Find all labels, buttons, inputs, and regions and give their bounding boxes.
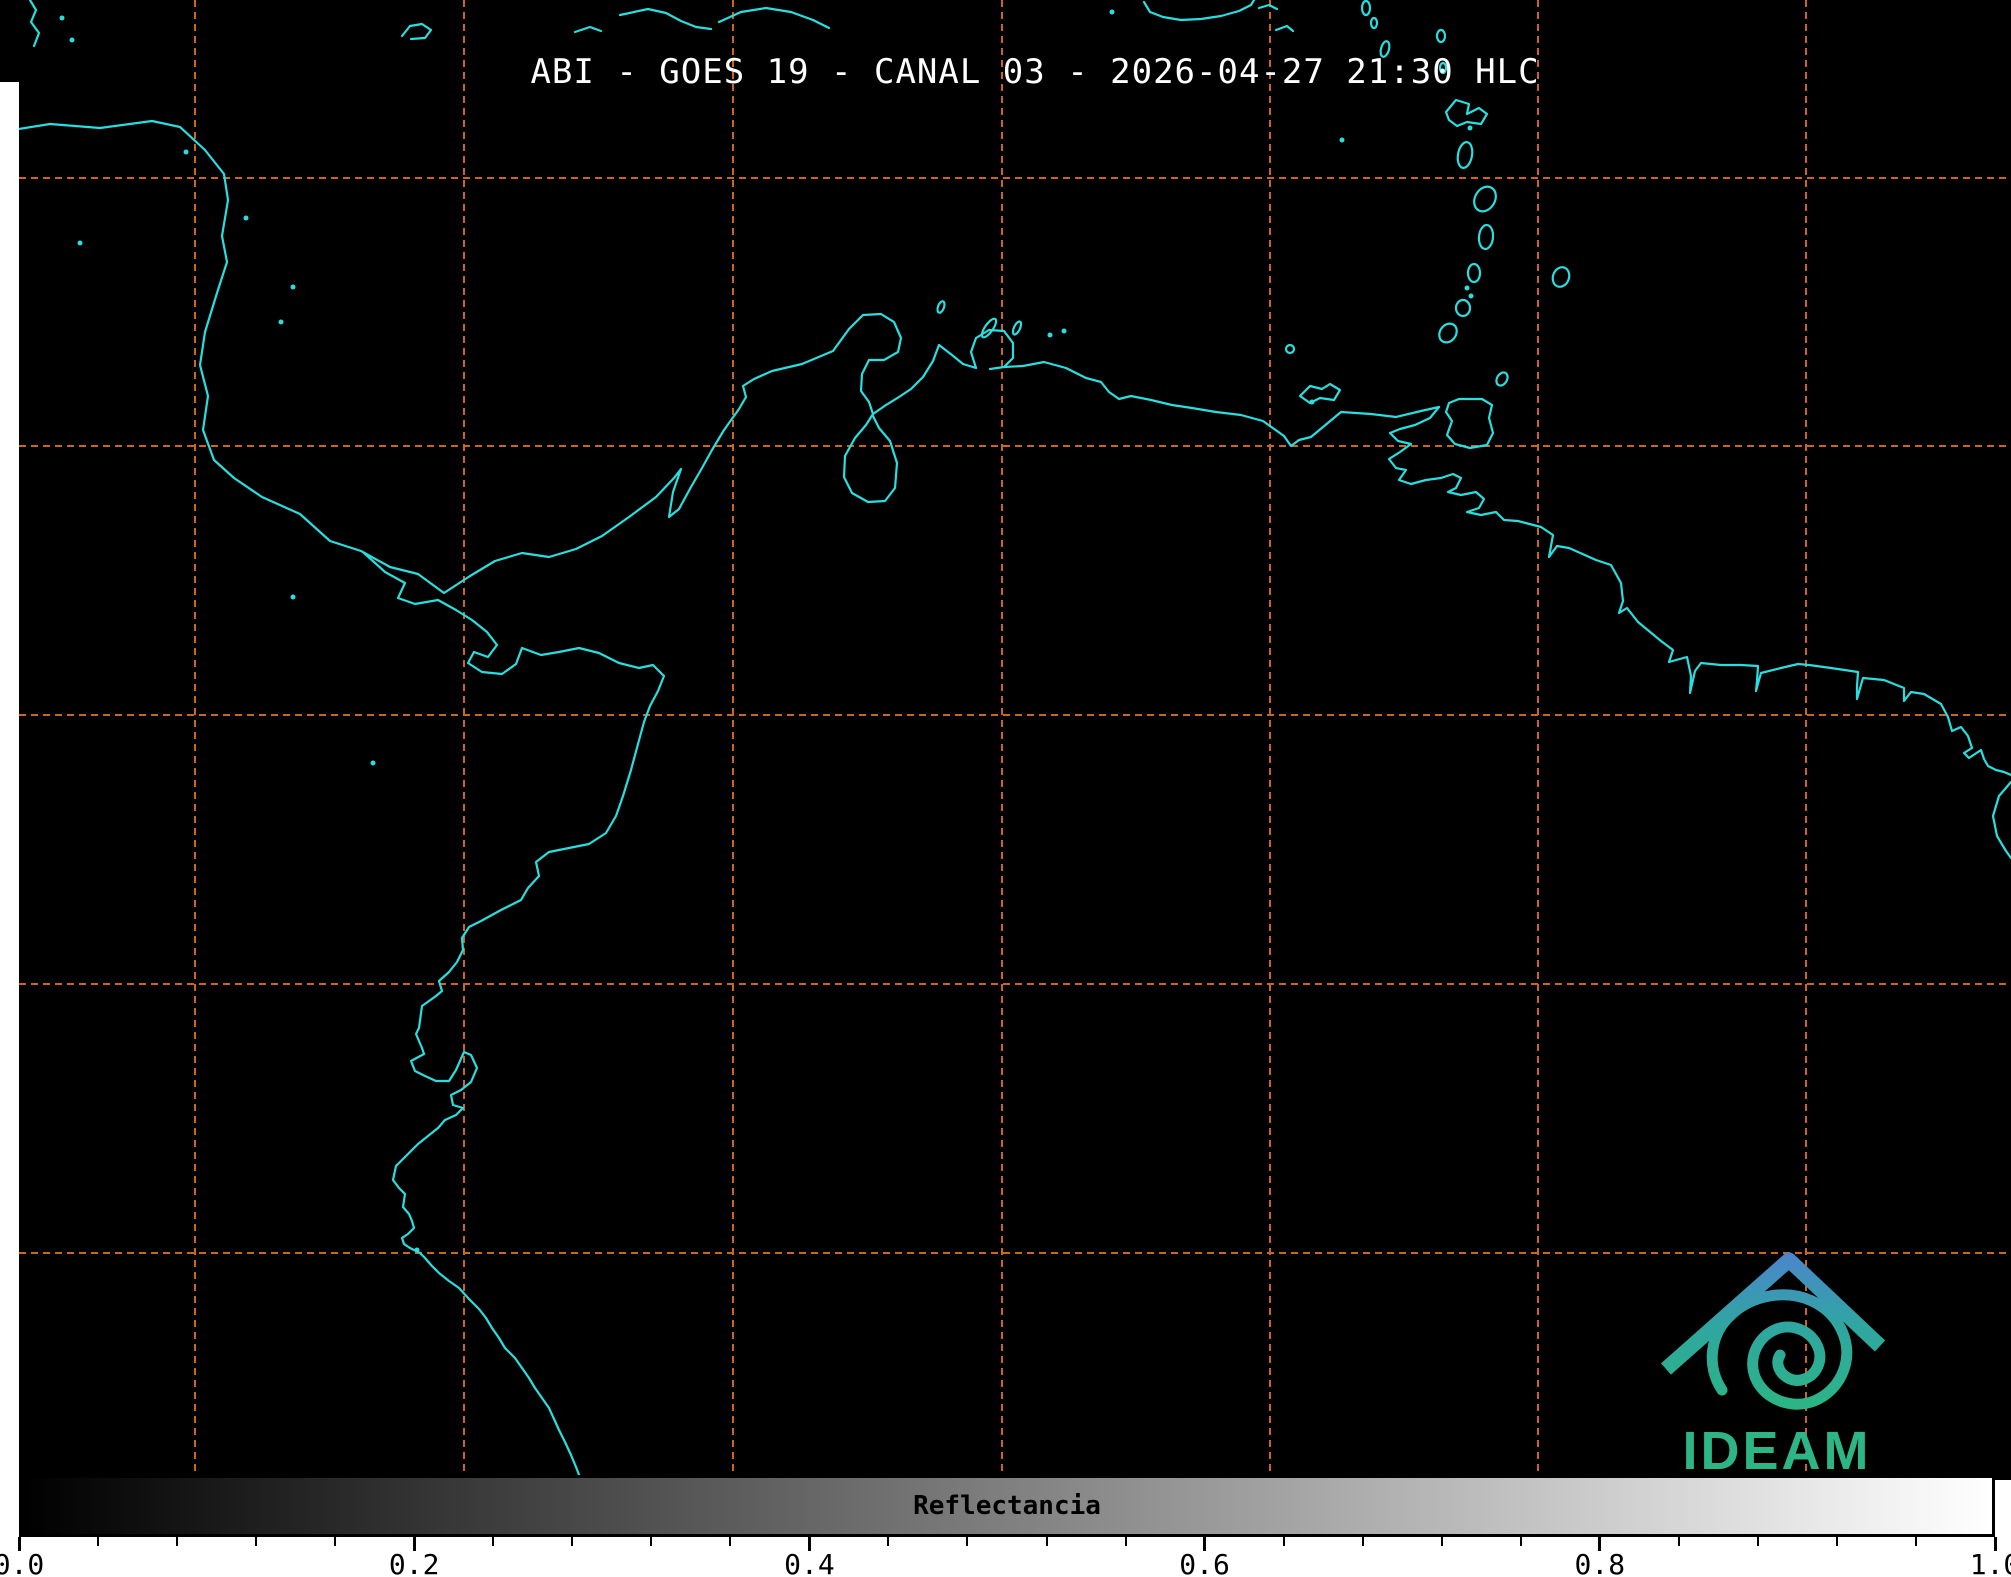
- colorbar-tick: [1283, 1537, 1285, 1546]
- colorbar-tick: [1362, 1537, 1364, 1546]
- colorbar-tick: [1678, 1537, 1680, 1546]
- map-title: ABI - GOES 19 - CANAL 03 - 2026-04-27 21…: [530, 52, 1539, 92]
- island-dot: [1468, 126, 1473, 131]
- colorbar-tick-label: 0.4: [784, 1548, 835, 1577]
- colorbar: Reflectancia: [19, 1475, 1995, 1537]
- island-dot: [1048, 333, 1053, 338]
- island-dot: [244, 216, 249, 221]
- island-dot: [184, 150, 189, 155]
- colorbar-label: Reflectancia: [22, 1491, 1992, 1521]
- colorbar-tick-label: 0.6: [1179, 1548, 1230, 1577]
- island-dot: [1310, 400, 1315, 405]
- island-dot: [371, 761, 376, 766]
- colorbar-tick: [729, 1537, 731, 1546]
- island-dot: [1340, 138, 1345, 143]
- island-dot: [78, 241, 83, 246]
- colorbar-tick: [571, 1537, 573, 1546]
- colorbar-tick: [887, 1537, 889, 1546]
- colorbar-tick-label: 0.2: [389, 1548, 440, 1577]
- colorbar-tick: [1441, 1537, 1443, 1546]
- ideam-logo: IDEAM: [1640, 1238, 1910, 1480]
- island-dot: [415, 1248, 420, 1253]
- logo-swirl-icon: [1712, 1295, 1847, 1404]
- island-dot: [1469, 294, 1474, 299]
- colorbar-tick: [1757, 1537, 1759, 1546]
- island-dot: [60, 16, 65, 21]
- colorbar-tick: [334, 1537, 336, 1546]
- island-dot: [291, 285, 296, 290]
- island-dot: [70, 38, 75, 43]
- island-dot: [1110, 10, 1115, 15]
- satellite-figure: ABI - GOES 19 - CANAL 03 - 2026-04-27 21…: [0, 0, 2011, 1577]
- colorbar-tick: [176, 1537, 178, 1546]
- colorbar-tick-label: 1.0: [1970, 1548, 2011, 1577]
- colorbar-tick: [1915, 1537, 1917, 1546]
- left-white-strip: [0, 82, 19, 1480]
- colorbar-ticks: 0.0 0.2 0.4 0.6 0.8 1.0: [0, 1537, 2011, 1577]
- island-dot: [1465, 286, 1470, 291]
- colorbar-tick: [650, 1537, 652, 1546]
- colorbar-tick: [1125, 1537, 1127, 1546]
- colorbar-tick: [1836, 1537, 1838, 1546]
- colorbar-tick-label: 0.0: [0, 1548, 44, 1577]
- colorbar-tick: [966, 1537, 968, 1546]
- colorbar-tick: [492, 1537, 494, 1546]
- logo-text: IDEAM: [1683, 1421, 1872, 1480]
- map-panel: ABI - GOES 19 - CANAL 03 - 2026-04-27 21…: [0, 0, 2011, 1480]
- colorbar-tick: [255, 1537, 257, 1546]
- colorbar-tick: [97, 1537, 99, 1546]
- island-dot: [1062, 329, 1067, 334]
- colorbar-tick: [1520, 1537, 1522, 1546]
- island-dot: [291, 595, 296, 600]
- colorbar-tick: [1046, 1537, 1048, 1546]
- island-dot: [279, 320, 284, 325]
- colorbar-tick-label: 0.8: [1575, 1548, 1626, 1577]
